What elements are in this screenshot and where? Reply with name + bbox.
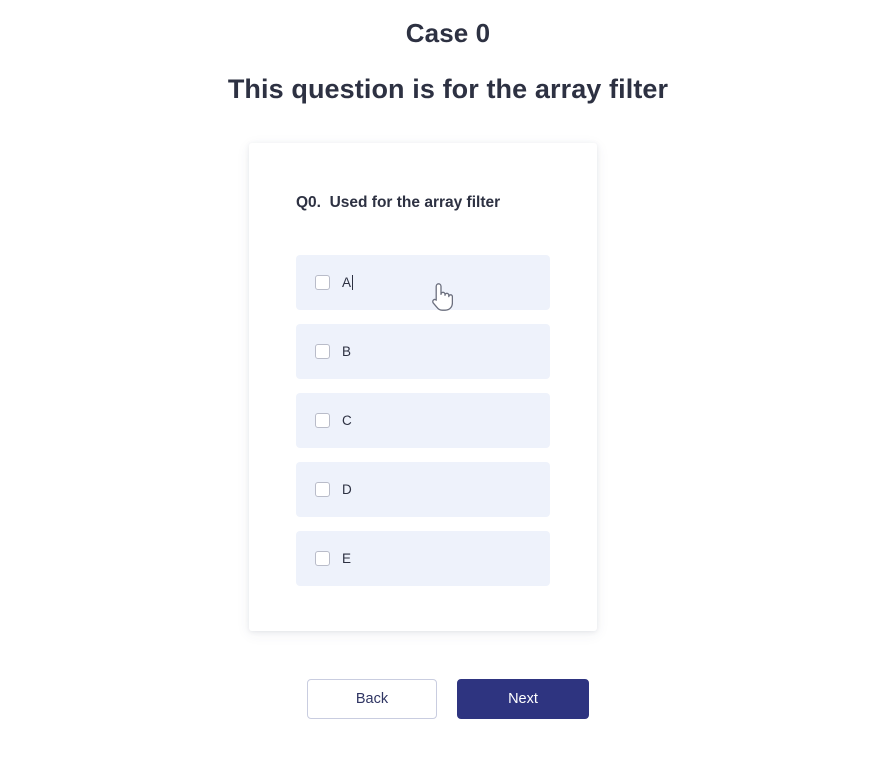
checkbox-icon-a[interactable] [315,275,330,290]
question-card: Q0. Used for the array filter A B C D E [249,143,597,631]
option-list: A B C D E [296,255,550,586]
option-label-b[interactable]: B [342,344,351,359]
question-prompt: Q0. Used for the array filter [296,194,501,211]
checkbox-icon-b[interactable] [315,344,330,359]
checkbox-icon-d[interactable] [315,482,330,497]
quiz-page: Case 0 This question is for the array fi… [0,0,896,762]
footer-actions: Back Next [0,679,896,719]
question-heading: This question is for the array filter [227,74,669,104]
checkbox-icon-e[interactable] [315,551,330,566]
next-button[interactable]: Next [457,679,589,719]
option-row-a[interactable]: A [296,255,550,310]
back-button[interactable]: Back [307,679,437,719]
page-title: Case 0 [405,18,491,48]
checkbox-icon-c[interactable] [315,413,330,428]
option-row-c[interactable]: C [296,393,550,448]
option-row-d[interactable]: D [296,462,550,517]
option-label-d[interactable]: D [342,482,352,497]
option-label-c[interactable]: C [342,413,352,428]
option-label-a[interactable]: A [342,275,351,290]
option-label-e[interactable]: E [342,551,351,566]
option-row-e[interactable]: E [296,531,550,586]
text-caret [352,275,354,290]
option-row-b[interactable]: B [296,324,550,379]
